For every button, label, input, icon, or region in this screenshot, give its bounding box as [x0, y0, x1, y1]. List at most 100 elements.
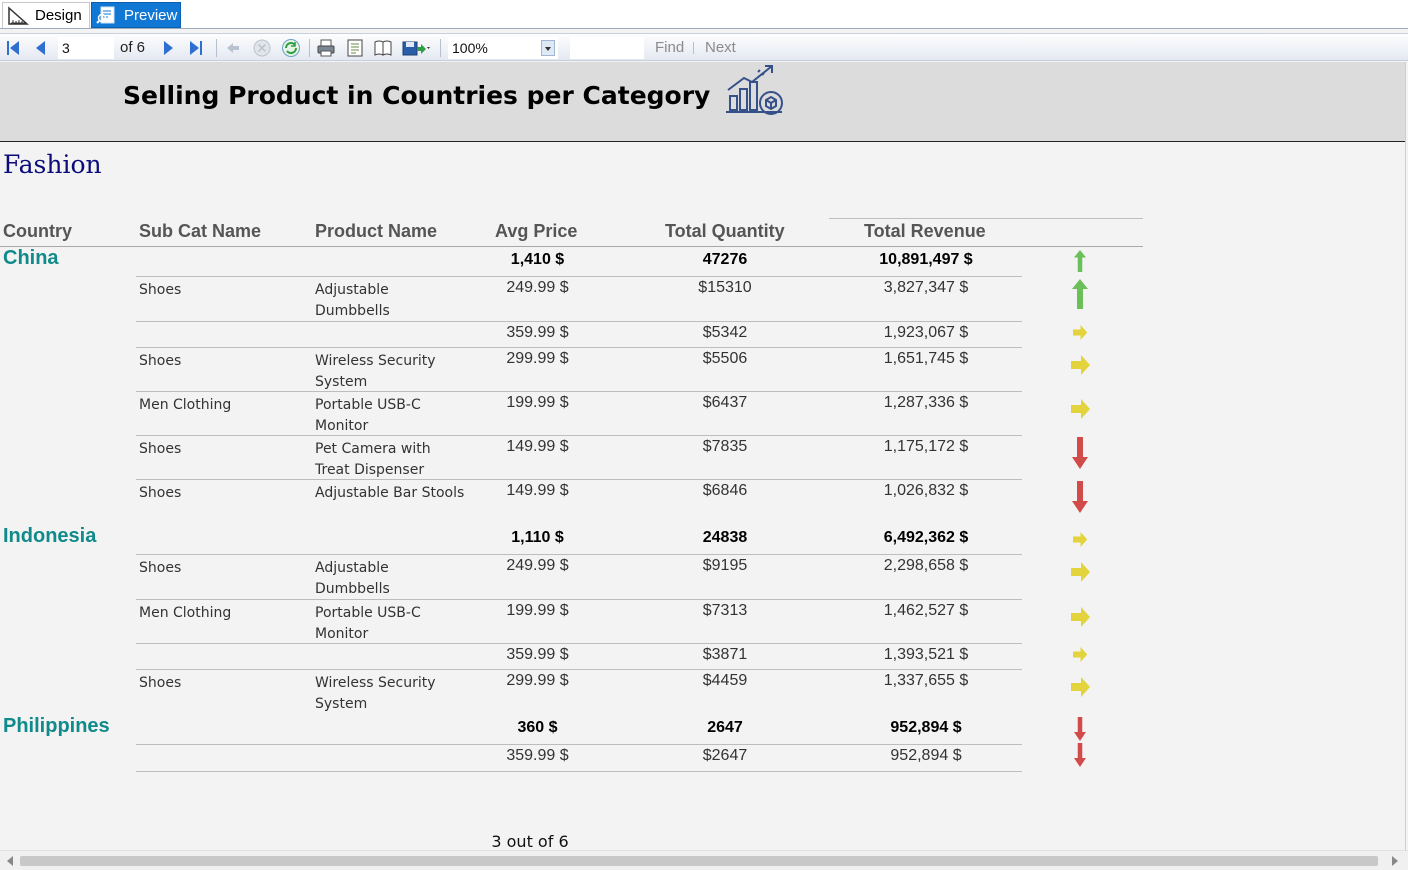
row-total-revenue: 1,287,336 $	[883, 394, 969, 411]
report-title: Selling Product in Countries per Categor…	[123, 81, 711, 110]
row-total-quantity: $4459	[702, 672, 748, 689]
trend-flat-arrow-icon	[1072, 324, 1088, 344]
row-subcat: Shoes	[139, 560, 182, 576]
row-divider	[136, 643, 1022, 644]
group-total-quantity: 2647	[707, 719, 743, 736]
find-link[interactable]: Find	[655, 39, 684, 56]
row-total-quantity: $5342	[702, 324, 748, 341]
row-subcat: Shoes	[139, 353, 182, 369]
design-ruler-icon	[7, 5, 29, 26]
row-total-revenue: 1,026,832 $	[883, 482, 969, 499]
refresh-icon[interactable]	[281, 38, 301, 58]
group-total-revenue: 952,894 $	[890, 719, 962, 736]
first-page-icon[interactable]	[4, 38, 24, 58]
tab-design[interactable]: Design	[2, 2, 90, 28]
row-divider	[136, 554, 1022, 555]
row-total-quantity: $9195	[702, 557, 748, 574]
toolbar-separator	[216, 39, 217, 57]
row-avg-price: 149.99 $	[506, 438, 569, 455]
zoom-select[interactable]: 100%	[448, 37, 558, 59]
table-bottom-rule	[136, 771, 1022, 772]
row-total-quantity: $2647	[702, 747, 748, 764]
row-total-revenue: 1,651,745 $	[883, 350, 969, 367]
row-divider	[136, 744, 1022, 745]
next-link[interactable]: Next	[705, 39, 736, 56]
row-divider	[136, 599, 1022, 600]
print-layout-icon[interactable]	[345, 38, 365, 58]
row-avg-price: 359.99 $	[506, 324, 569, 341]
zoom-value: 100%	[452, 40, 488, 56]
row-avg-price: 199.99 $	[506, 602, 569, 619]
trend-flat-arrow-icon	[1070, 399, 1090, 423]
row-divider	[136, 479, 1022, 480]
trend-up-arrow-icon	[1072, 279, 1088, 313]
group-total-quantity: 24838	[702, 529, 748, 546]
row-avg-price: 149.99 $	[506, 482, 569, 499]
row-divider	[136, 347, 1022, 348]
row-total-quantity: $6437	[702, 394, 748, 411]
current-page-input[interactable]: 3	[58, 37, 114, 59]
trend-flat-arrow-icon	[1072, 646, 1088, 666]
scroll-right-icon[interactable]	[1392, 856, 1398, 866]
row-divider	[136, 391, 1022, 392]
row-total-revenue: 1,462,527 $	[883, 602, 969, 619]
trend-flat-arrow-icon	[1070, 355, 1090, 379]
row-product: Wireless Security System	[315, 675, 436, 712]
view-tabstrip: Design Preview	[0, 0, 1408, 29]
row-product: Pet Camera with Treat Dispenser	[315, 441, 431, 478]
row-subcat: Shoes	[139, 485, 182, 501]
group-country-label: Indonesia	[3, 525, 97, 547]
row-total-quantity: $3871	[702, 646, 748, 663]
print-icon[interactable]	[316, 38, 336, 58]
scroll-left-icon[interactable]	[7, 856, 13, 866]
column-header-subcat: Sub Cat Name	[139, 221, 262, 241]
row-avg-price: 359.99 $	[506, 646, 569, 663]
trend-flat-arrow-icon	[1072, 531, 1088, 551]
report-viewport[interactable]: Selling Product in Countries per Categor…	[0, 62, 1406, 850]
toolbar-separator	[309, 39, 310, 57]
tab-preview[interactable]: Preview	[91, 2, 181, 28]
trend-flat-arrow-icon	[1070, 562, 1090, 586]
report-header: Selling Product in Countries per Categor…	[0, 62, 1405, 142]
stop-icon[interactable]	[252, 38, 272, 58]
scrollbar-thumb[interactable]	[20, 856, 1378, 866]
zoom-dropdown-icon[interactable]	[541, 40, 555, 56]
row-subcat: Men Clothing	[139, 605, 232, 621]
row-divider	[136, 321, 1022, 322]
group-avg-price: 360 $	[517, 719, 558, 736]
horizontal-scrollbar[interactable]	[0, 850, 1408, 870]
find-input[interactable]	[570, 37, 644, 59]
row-divider	[136, 669, 1022, 670]
header-top-rule	[829, 218, 1143, 219]
last-page-icon[interactable]	[186, 38, 206, 58]
group-total-quantity: 47276	[702, 251, 748, 268]
trend-down-arrow-icon	[1072, 481, 1088, 517]
row-total-revenue: 1,175,172 $	[883, 438, 969, 455]
group-avg-price: 1,410 $	[510, 251, 565, 268]
row-product: Adjustable Dumbbells	[315, 560, 390, 597]
report-toolbar: 3 of 6 100% Find Next	[0, 33, 1408, 61]
next-page-icon[interactable]	[159, 38, 179, 58]
trend-down-arrow-icon	[1074, 743, 1086, 771]
group-total-revenue: 6,492,362 $	[883, 529, 969, 546]
row-subcat: Shoes	[139, 441, 182, 457]
row-avg-price: 199.99 $	[506, 394, 569, 411]
column-header-total-quantity: Total Quantity	[665, 221, 785, 241]
page-setup-icon[interactable]	[373, 38, 393, 58]
group-avg-price: 1,110 $	[511, 529, 564, 546]
group-country-label: China	[3, 247, 59, 269]
group-total-revenue: 10,891,497 $	[879, 251, 973, 268]
row-subcat: Shoes	[139, 282, 182, 298]
export-icon[interactable]	[401, 38, 433, 58]
row-product: Adjustable Dumbbells	[315, 282, 390, 319]
row-total-quantity: $7835	[702, 438, 748, 455]
toolbar-separator	[440, 39, 441, 57]
previous-page-icon[interactable]	[31, 38, 51, 58]
back-icon[interactable]	[223, 38, 243, 58]
row-total-revenue: 1,337,655 $	[883, 672, 969, 689]
row-avg-price: 359.99 $	[506, 747, 569, 764]
header-bottom-rule	[0, 246, 1143, 247]
column-header-total-revenue: Total Revenue	[864, 221, 986, 241]
row-total-revenue: 1,393,521 $	[883, 646, 969, 663]
row-subcat: Shoes	[139, 675, 182, 691]
